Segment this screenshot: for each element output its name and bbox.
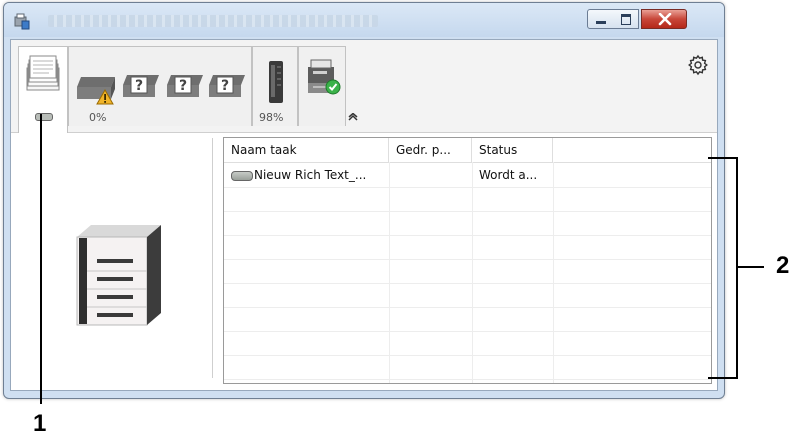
callout-line-2 xyxy=(738,266,764,268)
unknown-tray-icon: ? xyxy=(167,75,203,97)
tab-device[interactable] xyxy=(298,46,346,126)
gear-icon xyxy=(688,54,708,76)
printer-image xyxy=(76,225,161,326)
table-row-empty xyxy=(224,331,711,356)
callout-line-1 xyxy=(40,114,42,404)
column-header-status[interactable]: Status xyxy=(472,138,553,162)
toner-percent: 98% xyxy=(259,111,284,124)
close-icon xyxy=(658,13,672,26)
job-pages-cell xyxy=(396,163,470,187)
close-button[interactable] xyxy=(641,9,687,29)
pane-divider[interactable] xyxy=(212,138,213,378)
job-name-cell: Nieuw Rich Text_... xyxy=(254,168,367,182)
toner-cartridge-icon xyxy=(269,61,283,103)
maximize-button[interactable] xyxy=(613,9,639,29)
table-row-empty xyxy=(224,211,711,236)
toner-icon xyxy=(35,113,53,121)
device-ok-icon xyxy=(308,59,341,95)
table-row-empty xyxy=(224,307,711,332)
window-title-blurred xyxy=(48,15,378,27)
unknown-tray-icon: ? xyxy=(209,75,245,97)
column-header-pages[interactable]: Gedr. p... xyxy=(389,138,472,162)
job-document-icon xyxy=(231,171,253,181)
chevron-up-icon xyxy=(348,112,358,121)
collapse-button[interactable] xyxy=(348,112,358,124)
title-bar[interactable] xyxy=(4,3,724,37)
callout-bracket-vertical xyxy=(736,157,738,379)
table-row-empty xyxy=(224,259,711,284)
job-list-header: Naam taak Gedr. p... Status xyxy=(224,138,711,163)
callout-bracket-bottom xyxy=(708,377,738,379)
svg-text:?: ? xyxy=(135,78,143,94)
settings-button[interactable] xyxy=(687,54,709,80)
document-stack-icon xyxy=(26,55,60,91)
callout-label-2: 2 xyxy=(776,252,790,279)
minimize-button[interactable] xyxy=(587,9,614,29)
client-area: ? ? ? 0% 98% Naam taak Gedr. p... Status… xyxy=(10,39,718,391)
printer-app-icon xyxy=(14,13,30,30)
table-row-empty xyxy=(224,187,711,212)
unknown-tray-icon: ? xyxy=(123,75,159,97)
callout-label-1: 1 xyxy=(33,410,47,437)
callout-bracket-top xyxy=(708,157,737,159)
svg-text:?: ? xyxy=(221,78,229,94)
tray-percent: 0% xyxy=(89,111,107,124)
tab-toner[interactable]: 98% xyxy=(252,46,298,126)
status-monitor-window: ? ? ? 0% 98% Naam taak Gedr. p... Status… xyxy=(3,2,725,399)
job-status-cell: Wordt a... xyxy=(479,168,538,182)
tab-paper-trays[interactable]: ? ? ? 0% xyxy=(68,46,252,126)
svg-text:?: ? xyxy=(179,78,187,94)
job-list[interactable]: Naam taak Gedr. p... Status Nieuw Rich T… xyxy=(223,137,712,384)
tab-jobs[interactable] xyxy=(18,46,68,133)
table-row[interactable]: Nieuw Rich Text_... Wordt a... xyxy=(224,163,711,188)
warning-icon xyxy=(96,89,114,105)
column-header-job-name[interactable]: Naam taak xyxy=(224,138,389,162)
status-toolbar: ? ? ? 0% 98% xyxy=(11,40,717,133)
table-row-empty xyxy=(224,235,711,260)
table-row-empty xyxy=(224,355,711,380)
table-row-empty xyxy=(224,283,711,308)
